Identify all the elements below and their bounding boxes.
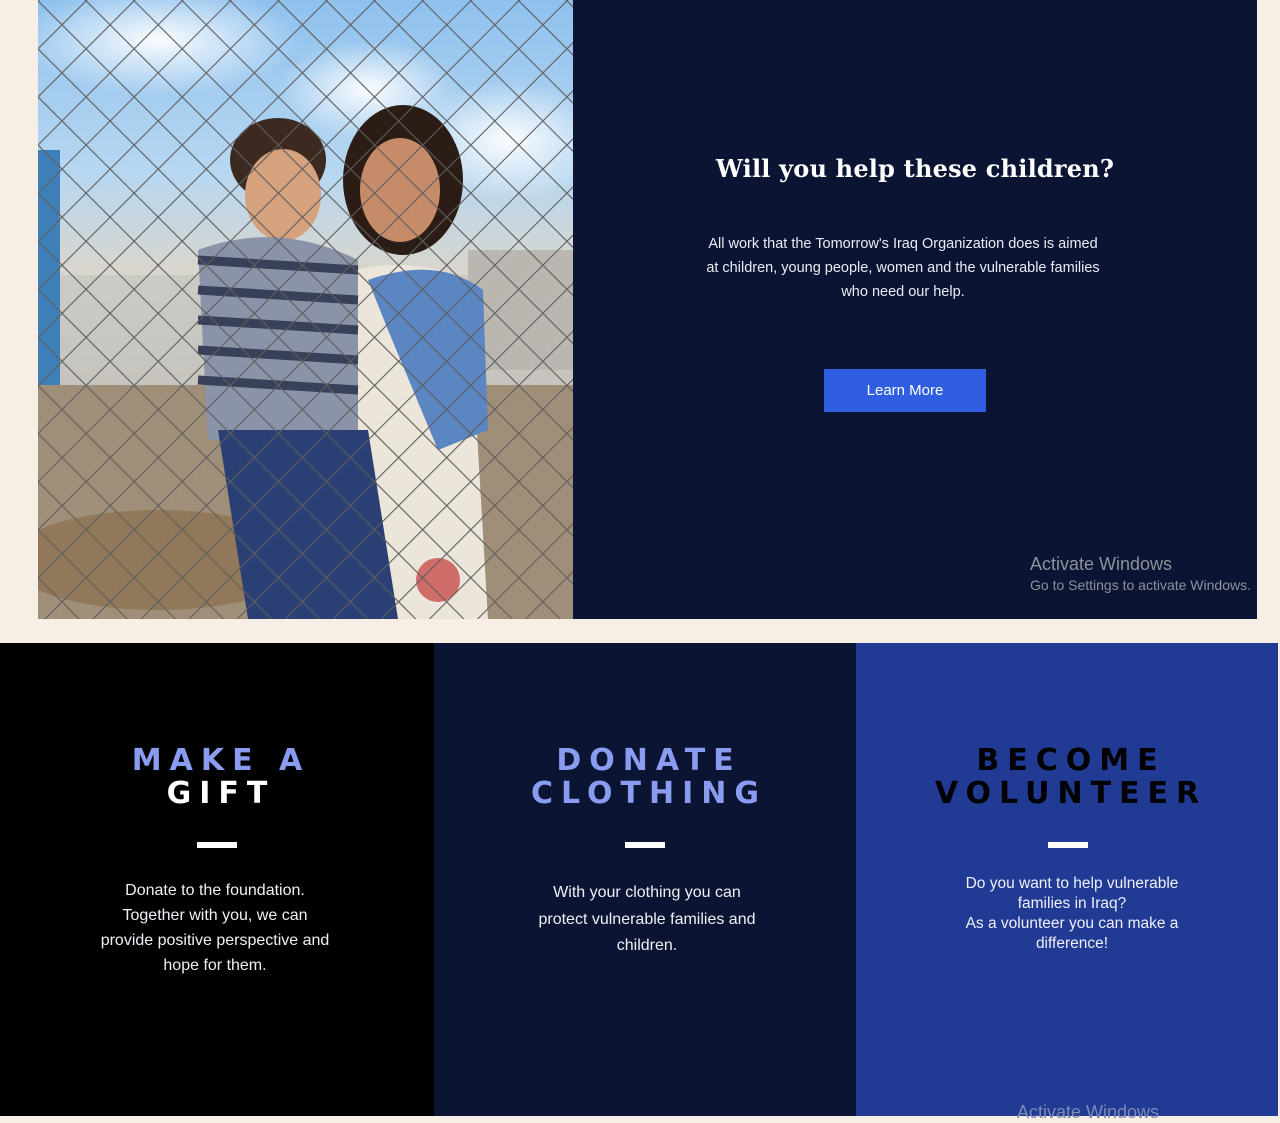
activate-windows-watermark-bottom: Activate Windows	[1017, 1102, 1160, 1122]
card-description: Do you want to help vulnerable families …	[942, 874, 1202, 954]
hero-title: Will you help these children?	[715, 154, 1115, 183]
divider	[197, 842, 237, 848]
hero-section: Will you help these children? All work t…	[38, 0, 1257, 619]
card-title: MAKE A GIFT	[0, 744, 434, 810]
card-title-line: DONATE	[556, 743, 742, 778]
hero-description: All work that the Tomorrow's Iraq Organi…	[706, 236, 1100, 300]
hero-photo-illustration	[38, 0, 573, 619]
card-donate-clothing[interactable]: DONATE CLOTHING With your clothing you c…	[434, 643, 856, 1116]
card-title-line: VOLUNTEER	[934, 776, 1208, 811]
watermark-title: Activate Windows	[1030, 554, 1173, 574]
action-cards: MAKE A GIFT Donate to the foundation. To…	[0, 643, 1278, 1116]
card-description-line: As a volunteer you can make a difference…	[965, 915, 1179, 952]
card-title: DONATE CLOTHING	[434, 744, 856, 810]
card-title-line: CLOTHING	[530, 776, 768, 811]
card-title-line: GIFT	[166, 776, 276, 811]
hero-panel: Will you help these children? All work t…	[573, 0, 1257, 619]
card-description: With your clothing you can protect vulne…	[538, 884, 756, 954]
hero-photo	[38, 0, 573, 619]
divider	[1048, 842, 1088, 848]
card-title-line: MAKE A	[131, 743, 311, 778]
card-description: Donate to the foundation. Together with …	[100, 882, 330, 974]
card-make-a-gift[interactable]: MAKE A GIFT Donate to the foundation. To…	[0, 643, 434, 1116]
card-description-line: Do you want to help vulnerable families …	[965, 875, 1179, 912]
card-title: BECOME VOLUNTEER	[856, 744, 1278, 810]
card-title-line: BECOME	[976, 743, 1166, 778]
activate-windows-watermark: Activate Windows Go to Settings to activ…	[1030, 553, 1251, 595]
learn-more-button[interactable]: Learn More	[824, 369, 986, 412]
card-become-volunteer[interactable]: BECOME VOLUNTEER Do you want to help vul…	[856, 643, 1278, 1116]
divider	[625, 842, 665, 848]
watermark-subtitle: Go to Settings to activate Windows.	[1030, 577, 1251, 593]
